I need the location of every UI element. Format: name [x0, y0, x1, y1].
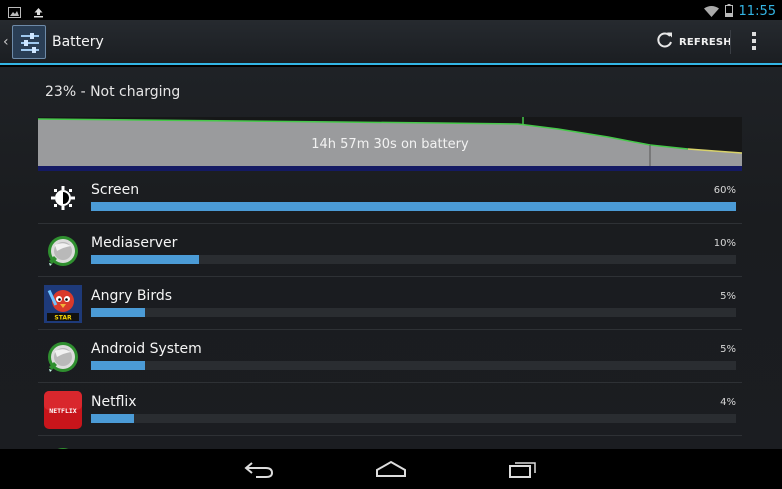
settings-app-icon[interactable]	[12, 25, 46, 59]
battery-history-graph[interactable]: 14h 57m 30s on battery	[38, 117, 742, 170]
usage-bar	[91, 202, 736, 211]
usage-bar-fill	[91, 202, 736, 211]
netflix-icon-text: NETFLIX	[49, 407, 76, 415]
battery-icon	[724, 2, 733, 21]
app-name: Netflix	[91, 394, 137, 410]
battery-panel: 23% - Not charging 14h 57m 30s on batter…	[0, 67, 782, 449]
refresh-button[interactable]: REFRESH	[655, 30, 732, 54]
usage-bar	[91, 255, 736, 264]
netflix-icon: NETFLIX	[44, 391, 82, 429]
app-name: Angry Birds	[91, 288, 173, 304]
android-system-icon	[44, 232, 82, 270]
app-name: Screen	[91, 182, 140, 198]
list-item-android-system[interactable]: Android System 5%	[38, 330, 742, 383]
refresh-icon	[655, 30, 675, 54]
navigation-bar	[0, 449, 782, 489]
status-bar: 11:55	[0, 0, 782, 20]
list-item-angry-birds[interactable]: STAR Angry Birds 5%	[38, 277, 742, 330]
app-name: Mediaserver	[91, 235, 178, 251]
list-item-mediaserver[interactable]: Mediaserver 10%	[38, 224, 742, 277]
usage-bar-fill	[91, 414, 134, 423]
app-name: Android System	[91, 341, 202, 357]
action-divider	[730, 30, 731, 54]
list-item-partial[interactable]	[38, 436, 742, 449]
usage-list: Screen 60% Mediaserver 10% STAR Angry Bi…	[38, 171, 742, 449]
refresh-label: REFRESH	[679, 36, 732, 48]
home-icon[interactable]	[375, 459, 407, 483]
screen-brightness-icon	[44, 179, 82, 217]
usage-percent: 60%	[713, 185, 736, 196]
usage-percent: 10%	[713, 238, 736, 249]
usage-bar	[91, 414, 736, 423]
back-caret-icon[interactable]: ‹	[3, 34, 9, 50]
usage-bar	[91, 308, 736, 317]
action-bar: ‹ Battery REFRESH	[0, 20, 782, 65]
usage-percent: 5%	[720, 344, 736, 355]
android-system-icon	[44, 338, 82, 376]
time-on-battery: 14h 57m 30s on battery	[311, 137, 469, 152]
list-item-screen[interactable]: Screen 60%	[38, 171, 742, 224]
list-item-netflix[interactable]: NETFLIX Netflix 4%	[38, 383, 742, 436]
recent-apps-icon[interactable]	[508, 459, 538, 483]
usage-bar	[91, 361, 736, 370]
usage-percent: 5%	[720, 291, 736, 302]
wifi-icon	[703, 2, 719, 21]
page-title: Battery	[52, 34, 104, 50]
back-icon[interactable]	[244, 459, 274, 483]
usage-bar-fill	[91, 308, 145, 317]
angry-birds-star-wars-icon: STAR	[44, 285, 82, 323]
usage-bar-fill	[91, 361, 145, 370]
battery-summary: 23% - Not charging	[45, 84, 181, 100]
clock: 11:55	[738, 4, 776, 19]
usage-percent: 4%	[720, 397, 736, 408]
overflow-menu-icon[interactable]	[752, 32, 756, 54]
svg-text:STAR: STAR	[54, 315, 72, 322]
usage-bar-fill	[91, 255, 199, 264]
